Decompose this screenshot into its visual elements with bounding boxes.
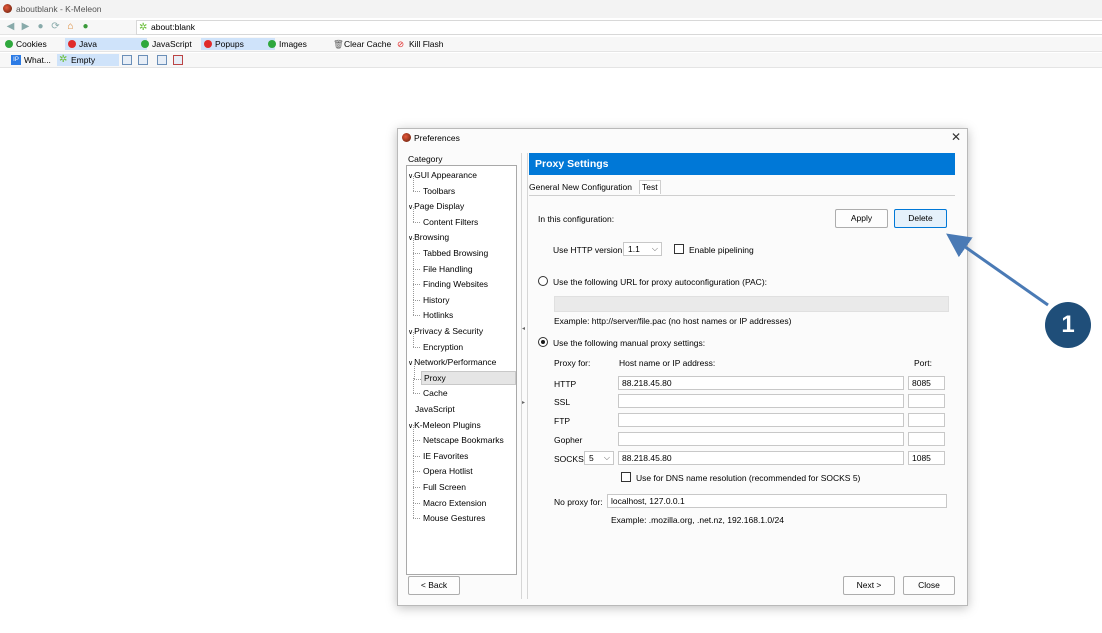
step-number-badge: 1 [1045, 302, 1091, 348]
annotation-arrow [946, 233, 1049, 307]
